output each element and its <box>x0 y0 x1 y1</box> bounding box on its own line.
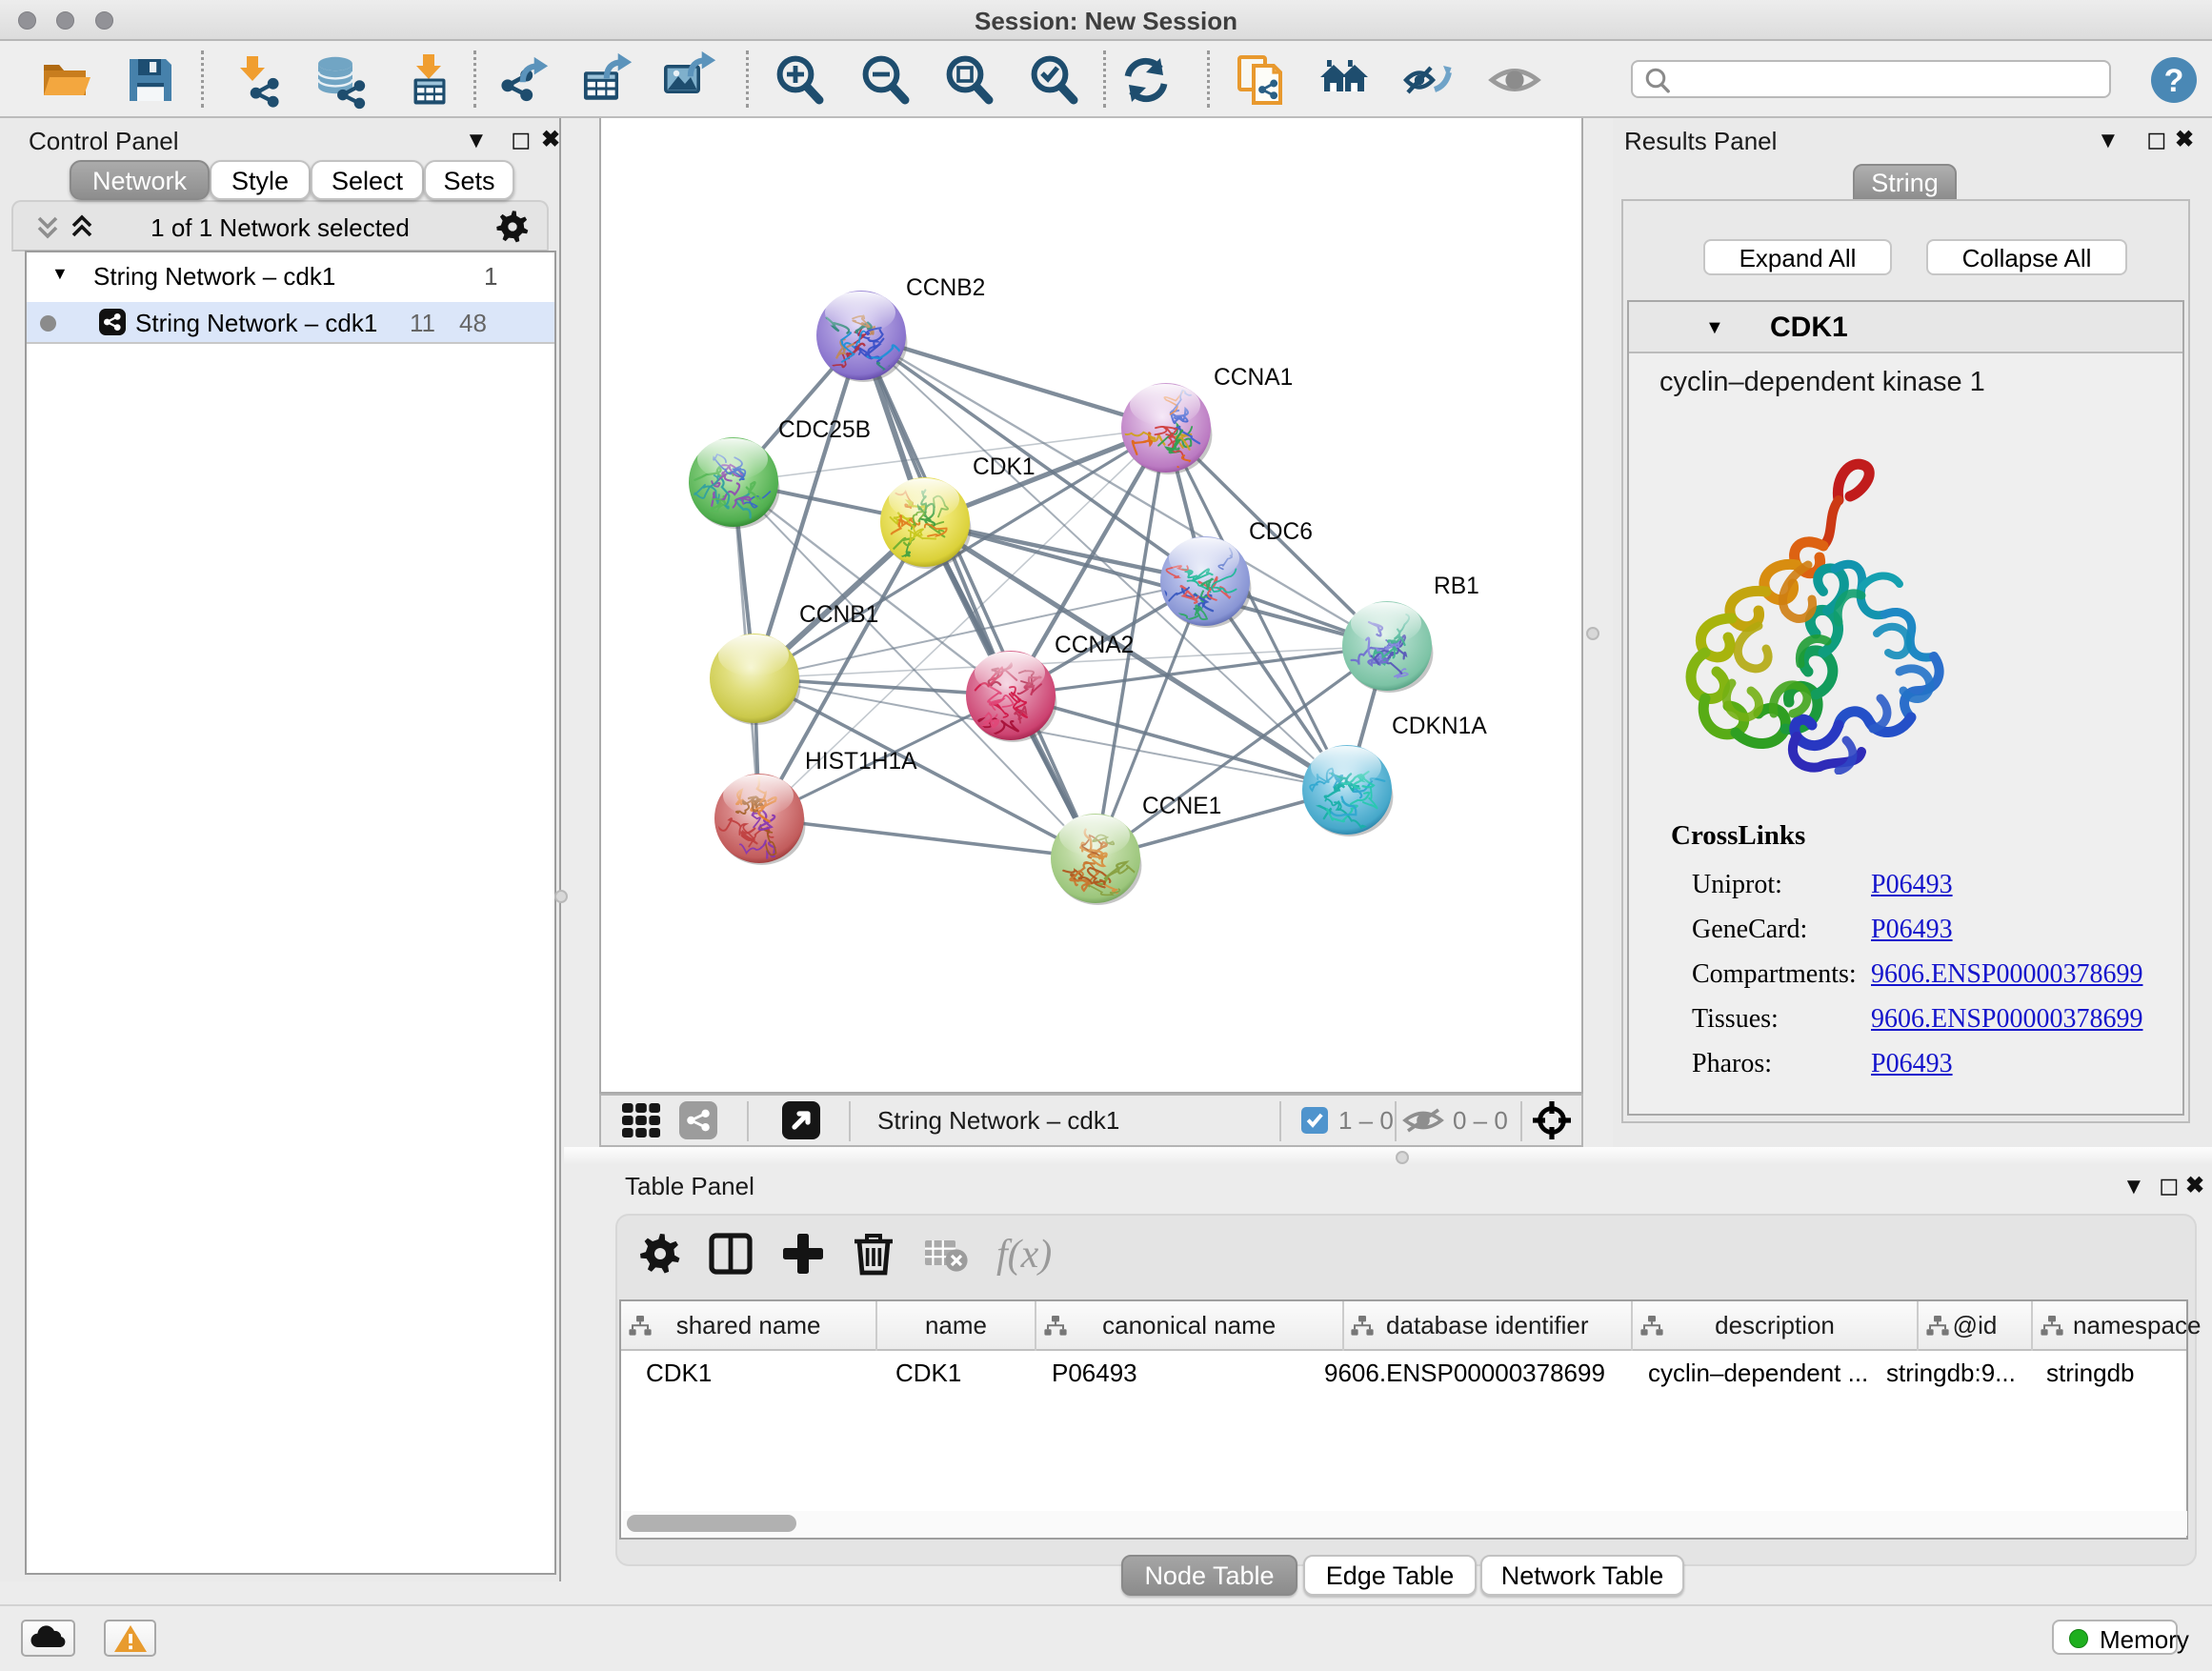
svg-text:?: ? <box>2164 63 2184 99</box>
svg-text:f(x): f(x) <box>996 1233 1052 1277</box>
svg-text:CDK1: CDK1 <box>973 454 1036 480</box>
svg-text:CCNE1: CCNE1 <box>1142 794 1221 819</box>
svg-text:CCNB1: CCNB1 <box>799 602 878 628</box>
svg-text:HIST1H1A: HIST1H1A <box>805 749 917 775</box>
svg-text:CDKN1A: CDKN1A <box>1392 714 1487 739</box>
svg-text:CCNA2: CCNA2 <box>1055 633 1134 658</box>
svg-text:CCNA1: CCNA1 <box>1214 365 1293 391</box>
svg-text:CDC6: CDC6 <box>1249 519 1313 545</box>
svg-text:CDC25B: CDC25B <box>778 417 871 443</box>
svg-text:RB1: RB1 <box>1434 574 1479 599</box>
svg-text:CCNB2: CCNB2 <box>906 275 985 301</box>
